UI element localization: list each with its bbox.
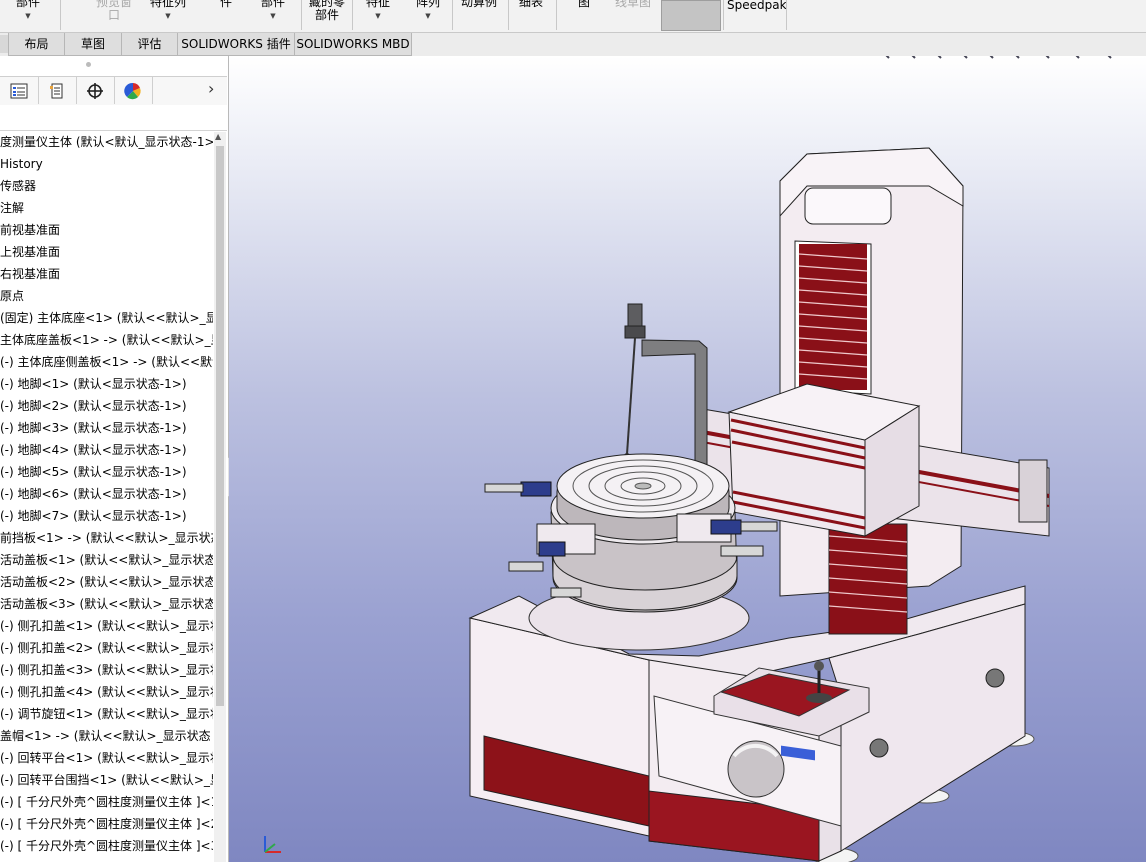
tree-item[interactable]: (-) 地脚<7> (默认<显示状态-1>)	[0, 505, 187, 527]
tree-item[interactable]: 前视基准面	[0, 219, 60, 241]
tree-item[interactable]: 活动盖板<2> (默认<<默认>_显示状态	[0, 571, 213, 593]
tree-item[interactable]: (-) 地脚<2> (默认<显示状态-1>)	[0, 395, 187, 417]
tab-solidworks-addins[interactable]: SOLIDWORKS 插件	[177, 33, 295, 56]
display-manager-icon	[124, 82, 141, 99]
tab-solidworks-mbd[interactable]: SOLIDWORKS MBD	[294, 33, 412, 56]
vent-lower	[828, 523, 908, 635]
ribbon-button-feature-pattern[interactable]: 特征列 ▼	[146, 0, 190, 20]
tree-item[interactable]: (固定) 主体底座<1> (默认<<默认>_显示状态	[0, 307, 213, 329]
feature-manager-tab[interactable]	[0, 77, 39, 104]
tree-item[interactable]: (-) 地脚<4> (默认<显示状态-1>)	[0, 439, 187, 461]
tree-item[interactable]: (-) 主体底座侧盖板<1> -> (默认<<默认>_显	[0, 351, 213, 373]
ribbon-button-part[interactable]: 件	[212, 0, 240, 9]
tree-item[interactable]: (-) 侧孔扣盖<4> (默认<<默认>_显示状	[0, 681, 213, 703]
tree-scrollbar[interactable]: ▲	[214, 132, 226, 862]
feature-manager-panel: › 度测量仪主体 (默认<默认_显示状态-1> History 传感器 注解 前视基准…	[0, 56, 229, 862]
tree-item[interactable]: (-) 侧孔扣盖<1> (默认<<默认>_显示状	[0, 615, 213, 637]
ribbon-button-hidden-components[interactable]: 藏的零部件	[305, 0, 349, 22]
tab-layout[interactable]: 布局	[8, 33, 65, 56]
ribbon-button-features[interactable]: 特征 ▼	[360, 0, 396, 20]
tree-item[interactable]: History	[0, 153, 43, 175]
chevron-down-icon[interactable]: ▼	[256, 12, 290, 20]
chevron-down-icon[interactable]: ▼	[146, 12, 190, 20]
tree-item[interactable]: 上视基准面	[0, 241, 60, 263]
scroll-up-icon[interactable]: ▲	[215, 132, 221, 141]
tree-item[interactable]: (-) 地脚<1> (默认<显示状态-1>)	[0, 373, 187, 395]
tree-item[interactable]: 活动盖板<3> (默认<<默认>_显示状态	[0, 593, 213, 615]
tree-item[interactable]: 活动盖板<1> (默认<<默认>_显示状态	[0, 549, 213, 571]
tree-item[interactable]: (-) [ 千分尺外壳^圆柱度测量仪主体 ]<3	[0, 835, 213, 857]
configuration-manager-tab[interactable]	[76, 77, 115, 104]
ribbon-button-exploded-view[interactable]: 图	[572, 0, 596, 9]
tree-item[interactable]: (-) 地脚<3> (默认<显示状态-1>)	[0, 417, 187, 439]
feature-tree: 度测量仪主体 (默认<默认_显示状态-1> History 传感器 注解 前视基准面上…	[0, 131, 213, 862]
command-manager-ribbon: 部件 ▼ 预览窗口 特征列 ▼ 件 部件 ▼ 藏的零部件 特征 ▼ 阵列 ▼ 动算例 细表…	[0, 0, 1146, 33]
panel-tab-bar: ›	[0, 76, 227, 106]
chevron-right-icon[interactable]: ›	[208, 79, 214, 98]
vent-upper	[798, 244, 868, 390]
coordinate-triad	[264, 836, 281, 853]
tree-item[interactable]: 传感器	[0, 175, 36, 197]
ribbon-button-assembly[interactable]: 部件 ▼	[10, 0, 46, 20]
configuration-manager-icon	[87, 82, 103, 99]
tab-sketch[interactable]: 草图	[64, 33, 122, 56]
ribbon-button-explode-line-sketch: 线草图	[614, 0, 651, 9]
ribbon-button-instant3d[interactable]	[661, 0, 721, 31]
chevron-down-icon[interactable]: ▼	[10, 12, 46, 20]
feature-manager-icon	[10, 83, 28, 98]
tree-item[interactable]: (-) 调节旋钮<1> (默认<<默认>_显示状	[0, 703, 213, 725]
tree-root-assembly[interactable]: 度测量仪主体 (默认<默认_显示状态-1>	[0, 131, 213, 153]
tree-item[interactable]: 前挡板<1> -> (默认<<默认>_显示状态	[0, 527, 213, 549]
tree-item[interactable]: (-) [ 千分尺外壳^圆柱度测量仪主体 ]<1	[0, 791, 213, 813]
scrollbar-thumb[interactable]	[216, 146, 224, 706]
ribbon-button-bill-of-materials[interactable]: 细表	[514, 0, 548, 9]
tree-item[interactable]: (-) [ 千分尺外壳^圆柱度测量仪主体 ]<2	[0, 813, 213, 835]
tree-item[interactable]: 原点	[0, 285, 24, 307]
tree-item[interactable]: (-) 回转平台围挡<1> (默认<<默认>_显	[0, 769, 213, 791]
tree-item[interactable]: 主体底座盖板<1> -> (默认<<默认>_显示状态	[0, 329, 213, 351]
property-manager-tab[interactable]	[38, 77, 77, 104]
ribbon-button-preview-window: 预览窗口	[95, 0, 132, 22]
tab-evaluate[interactable]: 评估	[121, 33, 178, 56]
tree-item[interactable]: 右视基准面	[0, 263, 60, 285]
command-manager-tabs: 布局 草图 评估 SOLIDWORKS 插件 SOLIDWORKS MBD	[0, 33, 1146, 56]
property-manager-icon	[50, 83, 63, 98]
ribbon-button-motion-study[interactable]: 动算例	[456, 0, 502, 9]
assembly-3d-model	[264, 147, 1050, 862]
ribbon-button-subassembly[interactable]: 部件 ▼	[256, 0, 290, 20]
ribbon-button-speedpak[interactable]: Speedpak	[727, 0, 787, 12]
tree-item[interactable]: (-) 回转平台<1> (默认<<默认>_显示状	[0, 747, 213, 769]
tree-filter-bar[interactable]	[0, 105, 227, 131]
tree-item[interactable]: (-) 侧孔扣盖<3> (默认<<默认>_显示状	[0, 659, 213, 681]
display-manager-tab[interactable]	[114, 77, 153, 104]
tree-item[interactable]: 注解	[0, 197, 24, 219]
chevron-down-icon[interactable]: ▼	[360, 12, 396, 20]
chevron-down-icon[interactable]: ▼	[410, 12, 446, 20]
tree-item[interactable]: (-) 地脚<6> (默认<显示状态-1>)	[0, 483, 187, 505]
tree-item[interactable]: (-) 地脚<5> (默认<显示状态-1>)	[0, 461, 187, 483]
panel-grip[interactable]	[86, 62, 91, 67]
graphics-viewport[interactable]	[229, 56, 1146, 862]
tree-item[interactable]: (-) 侧孔扣盖<2> (默认<<默认>_显示状	[0, 637, 213, 659]
tree-item[interactable]: 盖帽<1> -> (默认<<默认>_显示状态	[0, 725, 211, 747]
ribbon-button-pattern[interactable]: 阵列 ▼	[410, 0, 446, 20]
